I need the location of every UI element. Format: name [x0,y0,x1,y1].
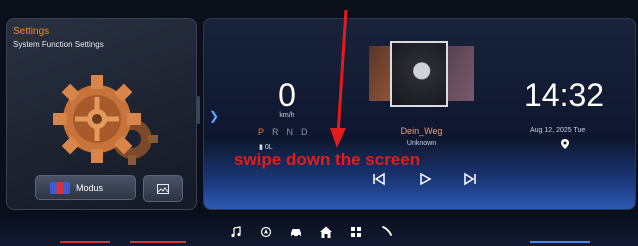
navigation-icon[interactable] [258,224,273,239]
dock-accent-mid [130,241,186,243]
swipe-arrow-icon [330,9,348,148]
car-icon[interactable] [288,224,303,239]
swipe-annotation: swipe down the screen [234,150,421,169]
apps-icon[interactable] [348,224,363,239]
phone-icon[interactable] [378,224,393,239]
dock-accent-right [530,241,590,243]
home-icon[interactable] [318,224,333,239]
dock-accent-left [60,241,110,243]
music-icon[interactable] [228,224,243,239]
